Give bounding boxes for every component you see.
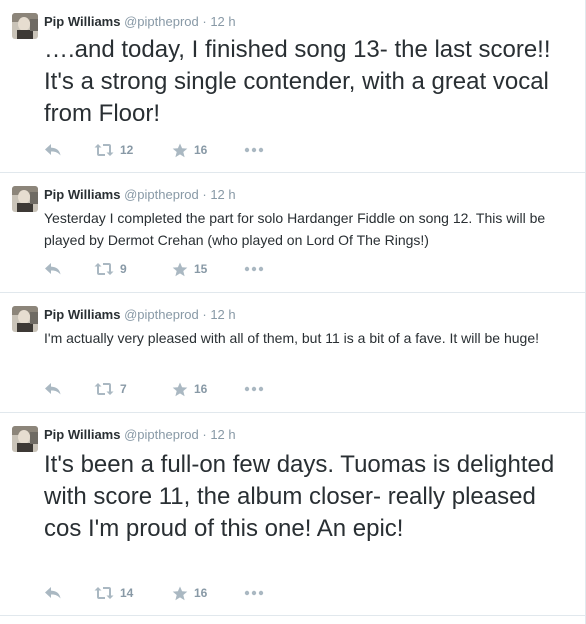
retweet-icon <box>94 586 114 600</box>
tweet-header: Pip Williams @piptheprod · 12 h <box>44 427 236 442</box>
reply-button[interactable] <box>44 261 62 277</box>
favorite-button[interactable]: 15 <box>172 261 207 277</box>
reply-icon <box>44 143 62 157</box>
tweet-actions: 9 15 <box>44 261 344 277</box>
retweet-count: 9 <box>120 262 127 276</box>
star-icon <box>172 143 188 158</box>
retweet-button[interactable]: 12 <box>94 142 133 158</box>
tweet-timestamp[interactable]: 12 h <box>210 307 235 322</box>
author-name[interactable]: Pip Williams <box>44 14 120 29</box>
tweet[interactable]: Pip Williams @piptheprod · 12 h It's bee… <box>0 413 586 616</box>
tweet-actions: 12 16 <box>44 142 344 158</box>
favorite-button[interactable]: 16 <box>172 142 207 158</box>
retweet-button[interactable]: 9 <box>94 261 127 277</box>
more-button[interactable] <box>244 585 264 601</box>
author-handle[interactable]: @piptheprod <box>124 427 199 442</box>
separator-dot: · <box>202 14 207 29</box>
author-name[interactable]: Pip Williams <box>44 307 120 322</box>
favorite-button[interactable]: 16 <box>172 585 207 601</box>
separator-dot: · <box>202 427 207 442</box>
reply-icon <box>44 382 62 396</box>
avatar[interactable] <box>12 186 38 212</box>
tweet-header: Pip Williams @piptheprod · 12 h <box>44 307 236 322</box>
favorite-count: 16 <box>194 143 208 157</box>
tweet[interactable]: Pip Williams @piptheprod · 12 h I'm actu… <box>0 293 586 413</box>
favorite-count: 15 <box>194 262 208 276</box>
more-button[interactable] <box>244 142 264 158</box>
avatar[interactable] <box>12 13 38 39</box>
reply-button[interactable] <box>44 142 62 158</box>
star-icon <box>172 382 188 397</box>
retweet-icon <box>94 143 114 157</box>
author-handle[interactable]: @piptheprod <box>124 307 199 322</box>
more-dots-icon <box>244 266 264 272</box>
tweet-header: Pip Williams @piptheprod · 12 h <box>44 187 236 202</box>
more-dots-icon <box>244 386 264 392</box>
retweet-button[interactable]: 7 <box>94 381 127 397</box>
author-name[interactable]: Pip Williams <box>44 187 120 202</box>
tweet-timestamp[interactable]: 12 h <box>210 187 235 202</box>
retweet-icon <box>94 262 114 276</box>
tweet-text: ….and today, I finished song 13- the las… <box>44 36 551 127</box>
tweet-header: Pip Williams @piptheprod · 12 h <box>44 14 236 29</box>
star-icon <box>172 262 188 277</box>
author-handle[interactable]: @piptheprod <box>124 187 199 202</box>
reply-button[interactable] <box>44 585 62 601</box>
retweet-count: 12 <box>120 143 134 157</box>
retweet-count: 7 <box>120 382 127 396</box>
star-icon <box>172 586 188 601</box>
tweet-actions: 14 16 <box>44 585 344 601</box>
tweet-timestamp[interactable]: 12 h <box>210 427 235 442</box>
avatar[interactable] <box>12 426 38 452</box>
tweet-actions: 7 16 <box>44 381 344 397</box>
retweet-count: 14 <box>120 586 134 600</box>
author-name[interactable]: Pip Williams <box>44 427 120 442</box>
avatar[interactable] <box>12 306 38 332</box>
author-handle[interactable]: @piptheprod <box>124 14 199 29</box>
tweet-text: I'm actually very pleased with all of th… <box>44 330 539 346</box>
separator-dot: · <box>202 187 207 202</box>
favorite-count: 16 <box>194 382 208 396</box>
more-dots-icon <box>244 147 264 153</box>
reply-icon <box>44 586 62 600</box>
tweet-text: Yesterday I completed the part for solo … <box>44 210 546 248</box>
more-button[interactable] <box>244 261 264 277</box>
retweet-icon <box>94 382 114 396</box>
tweet[interactable]: Pip Williams @piptheprod · 12 h ….and to… <box>0 0 586 173</box>
tweet-timeline: Pip Williams @piptheprod · 12 h ….and to… <box>0 0 586 624</box>
retweet-button[interactable]: 14 <box>94 585 133 601</box>
tweet-timestamp[interactable]: 12 h <box>210 14 235 29</box>
more-dots-icon <box>244 590 264 596</box>
favorite-button[interactable]: 16 <box>172 381 207 397</box>
separator-dot: · <box>202 307 207 322</box>
reply-button[interactable] <box>44 381 62 397</box>
favorite-count: 16 <box>194 586 208 600</box>
reply-icon <box>44 262 62 276</box>
more-button[interactable] <box>244 381 264 397</box>
tweet[interactable]: Pip Williams @piptheprod · 12 h Yesterda… <box>0 173 586 293</box>
tweet-text: It's been a full-on few days. Tuomas is … <box>44 451 555 542</box>
